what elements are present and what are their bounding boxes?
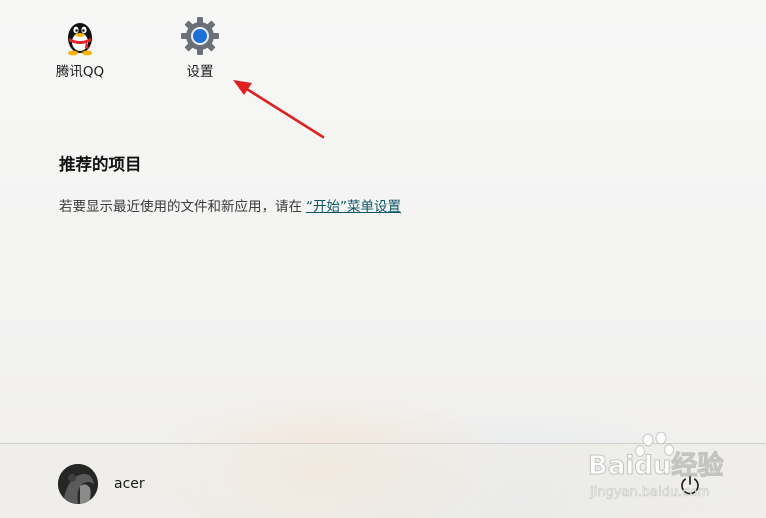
user-name: acer [114,476,145,492]
watermark-brand-text: Baidu经验 [588,450,723,481]
avatar-image-icon [58,464,98,504]
baidu-jingyan-watermark-icon: Baidu经验 jingyan.baidu.com [588,432,724,500]
annotation-arrow-icon [233,80,325,139]
avatar [58,464,98,504]
start-menu-settings-link[interactable]: “开始”菜单设置 [306,199,401,215]
pinned-app-label: 腾讯QQ [55,64,105,80]
gear-icon [181,17,219,55]
pinned-app-qq[interactable]: 腾讯QQ [32,14,128,80]
recommended-description: 若要显示最近使用的文件和新应用，请在 “开始”菜单设置 [59,195,401,215]
recommended-title: 推荐的项目 [59,155,142,174]
recommended-description-text: 若要显示最近使用的文件和新应用，请在 [59,199,302,215]
user-account-button[interactable]: acer [58,463,145,505]
watermark-url-text: jingyan.baidu.com [589,485,710,500]
qq-penguin-icon [68,23,92,56]
